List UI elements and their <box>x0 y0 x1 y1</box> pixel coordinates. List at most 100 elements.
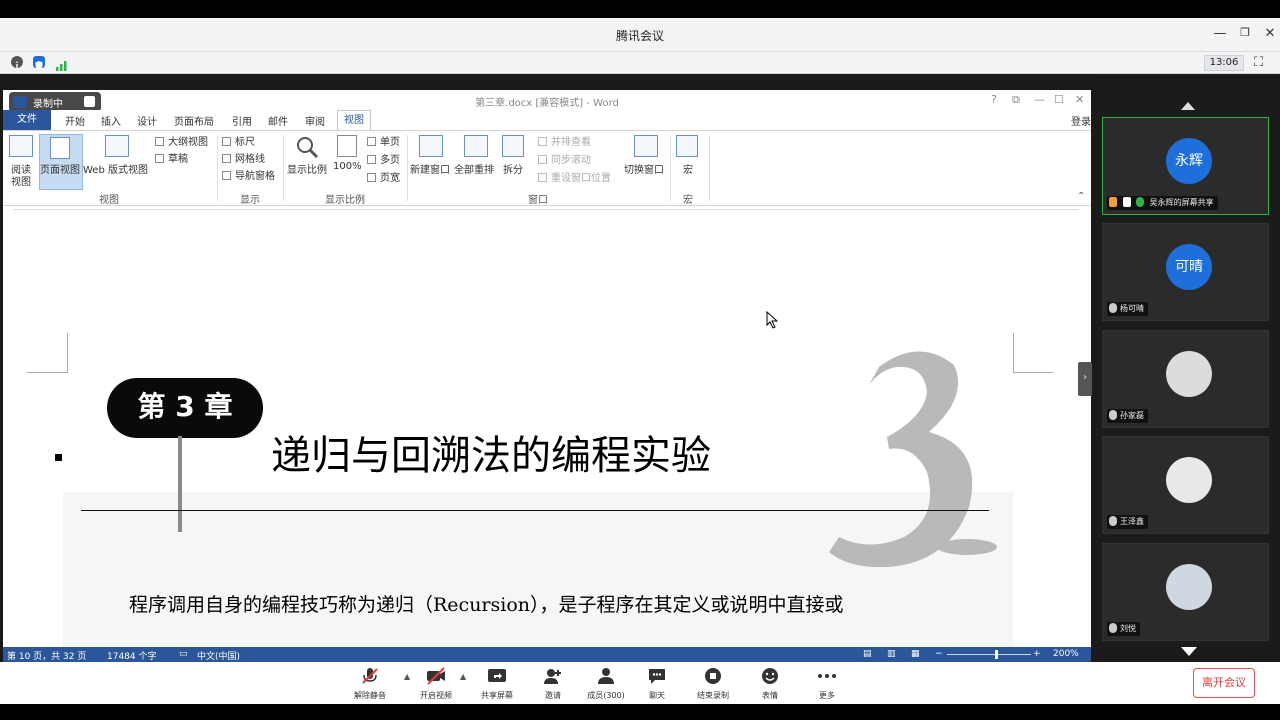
stop-recording-icon[interactable] <box>84 96 95 107</box>
side-by-side-button[interactable]: 并排查看 <box>538 133 591 148</box>
help-icon[interactable]: ? <box>991 93 997 106</box>
video-options-caret-icon[interactable]: ▲ <box>460 672 466 681</box>
start-video-button[interactable]: 开启视频 <box>411 666 461 701</box>
more-button[interactable]: 更多 <box>802 666 852 701</box>
title-bar: 腾讯会议 — ❐ ✕ <box>0 18 1280 52</box>
read-mode-status-icon[interactable]: ▤ <box>863 649 872 659</box>
new-window-icon[interactable] <box>419 135 443 157</box>
sync-scroll-button[interactable]: 同步滚动 <box>538 151 591 166</box>
split-label[interactable]: 拆分 <box>503 161 523 176</box>
mic-muted-icon <box>362 668 378 684</box>
zoom-level[interactable]: 200% <box>1053 649 1079 659</box>
mic-muted-icon <box>1109 623 1117 633</box>
multi-page-button[interactable]: 多页 <box>367 151 400 166</box>
audio-options-caret-icon[interactable]: ▲ <box>404 672 410 681</box>
tab-file[interactable]: 文件 <box>3 110 51 130</box>
close-icon[interactable]: ✕ <box>1262 26 1278 41</box>
participant-tile[interactable]: 可晴 杨可晴 <box>1102 223 1269 321</box>
mic-muted-icon <box>1109 516 1117 526</box>
scroll-down-icon[interactable] <box>1181 647 1197 656</box>
web-layout-icon[interactable] <box>105 135 129 157</box>
zoom-label[interactable]: 显示比例 <box>287 161 327 176</box>
tab-review[interactable]: 审阅 <box>305 113 325 128</box>
word-close-icon[interactable]: ✕ <box>1075 93 1084 106</box>
margin-mark-left-h <box>27 372 67 373</box>
end-recording-button[interactable]: 结束录制 <box>688 666 738 701</box>
read-mode-icon[interactable] <box>9 135 33 157</box>
zoom-magnifier-icon[interactable] <box>295 135 321 159</box>
minimize-icon[interactable]: — <box>1212 26 1228 41</box>
panel-collapse-handle[interactable]: › <box>1078 362 1092 396</box>
sign-in-link[interactable]: 登录 <box>1071 113 1091 128</box>
avatar: 可晴 <box>1166 244 1212 290</box>
print-layout-status-icon[interactable]: ▥ <box>887 649 896 659</box>
reset-position-button[interactable]: 重设窗口位置 <box>538 169 611 184</box>
macros-icon[interactable] <box>676 135 698 157</box>
tab-layout[interactable]: 页面布局 <box>174 113 214 128</box>
tab-mailings[interactable]: 邮件 <box>268 113 288 128</box>
gridlines-checkbox[interactable]: 网格线 <box>222 150 265 165</box>
read-mode-label-2[interactable]: 视图 <box>11 173 31 188</box>
proofing-icon[interactable]: ▭ <box>179 649 188 659</box>
participant-tile[interactable]: 刘悦 <box>1102 543 1269 641</box>
macros-label[interactable]: 宏 <box>683 161 693 176</box>
chat-button[interactable]: 聊天 <box>632 666 682 701</box>
participant-tile[interactable]: 永辉 吴永辉的屏幕共享 <box>1102 117 1269 215</box>
zoom-in-icon[interactable]: + <box>1033 649 1041 659</box>
zoom-out-icon[interactable]: − <box>935 649 943 659</box>
zoom-100-label[interactable]: 100% <box>333 161 362 172</box>
switch-windows-icon[interactable] <box>634 135 658 157</box>
split-icon[interactable] <box>502 135 524 157</box>
web-layout-status-icon[interactable]: ▦ <box>911 649 920 659</box>
unmute-button[interactable]: 解除静音 <box>345 666 395 701</box>
page-width-button[interactable]: 页宽 <box>367 169 400 184</box>
members-button[interactable]: 成员(300) <box>581 666 631 701</box>
draft-button[interactable]: 草稿 <box>155 150 188 165</box>
info-icon[interactable] <box>11 56 23 69</box>
switch-windows-label[interactable]: 切换窗口 <box>624 161 664 176</box>
arrange-all-label[interactable]: 全部重排 <box>454 161 494 176</box>
zoom-100-icon[interactable] <box>337 135 357 157</box>
signal-strength-icon[interactable] <box>55 56 67 71</box>
participant-tile[interactable]: 孙家磊 <box>1102 330 1269 428</box>
one-page-button[interactable]: 单页 <box>367 133 400 148</box>
new-window-label[interactable]: 新建窗口 <box>410 161 450 176</box>
mic-on-icon <box>1136 197 1145 207</box>
participant-name-tag: 吴永辉的屏幕共享 <box>1107 196 1218 210</box>
tab-design[interactable]: 设计 <box>137 113 157 128</box>
web-layout-label[interactable]: Web 版式视图 <box>83 161 148 176</box>
tab-references[interactable]: 引用 <box>232 113 252 128</box>
word-minimize-icon[interactable]: — <box>1034 93 1045 106</box>
participant-tile[interactable]: 王泽鑫 <box>1102 436 1269 534</box>
participant-name-tag: 孙家磊 <box>1107 409 1148 423</box>
paragraph-bullet <box>55 454 62 461</box>
ribbon-display-icon[interactable]: ⧉ <box>1012 93 1020 107</box>
security-shield-icon[interactable] <box>33 56 45 70</box>
sync-scroll-label: 同步滚动 <box>551 155 591 166</box>
invite-button[interactable]: 邀请 <box>528 666 578 701</box>
tab-home[interactable]: 开始 <box>65 113 85 128</box>
group-window-label: 窗口 <box>528 195 548 206</box>
reset-position-icon <box>538 173 547 182</box>
word-maximize-icon[interactable]: ☐ <box>1054 93 1064 106</box>
document-page[interactable]: 第 3 章 递归与回溯法的编程实验 程序调用自身的编程技巧称为递归（Recurs… <box>3 207 1091 647</box>
leave-meeting-button[interactable]: 离开会议 <box>1193 668 1255 698</box>
outline-button[interactable]: 大纲视图 <box>155 133 208 148</box>
language: 中文(中国) <box>197 652 241 662</box>
group-show-label: 显示 <box>240 195 260 206</box>
nav-pane-checkbox[interactable]: 导航窗格 <box>222 167 275 182</box>
tab-view[interactable]: 视图 <box>337 110 371 130</box>
ruler-checkbox[interactable]: 标尺 <box>222 133 255 148</box>
collapse-ribbon-icon[interactable]: ⌃ <box>1077 191 1085 202</box>
zoom-slider[interactable] <box>947 654 1031 655</box>
reactions-button[interactable]: 表情 <box>745 666 795 701</box>
zoom-slider-thumb[interactable] <box>995 650 998 659</box>
arrange-all-icon[interactable] <box>464 135 488 157</box>
scroll-up-icon[interactable] <box>1181 102 1195 110</box>
restore-icon[interactable]: ❐ <box>1237 26 1253 39</box>
side-by-side-label: 并排查看 <box>551 137 591 148</box>
share-screen-button[interactable]: 共享屏幕 <box>472 666 522 701</box>
big-chapter-number-graphic <box>829 351 997 567</box>
tab-insert[interactable]: 插入 <box>101 113 121 128</box>
fullscreen-icon[interactable]: ⛶ <box>1254 55 1263 70</box>
